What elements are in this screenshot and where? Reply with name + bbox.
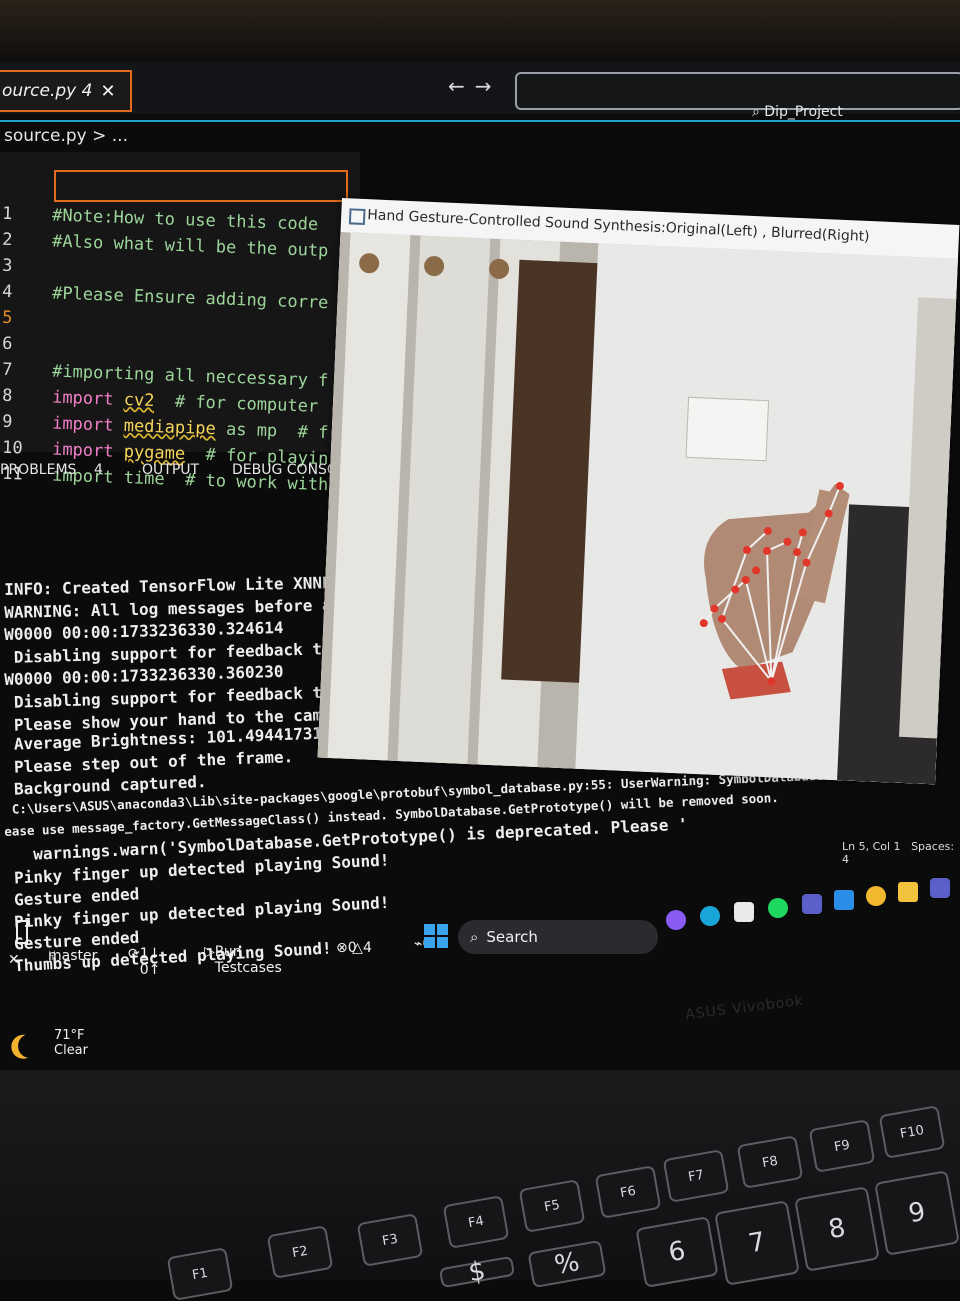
folder-icon[interactable] xyxy=(898,882,918,902)
tab-output[interactable]: OUTPUT xyxy=(142,462,199,478)
line-number: 4 xyxy=(1,281,13,303)
teams-icon[interactable] xyxy=(802,894,822,914)
title-divider xyxy=(0,120,960,122)
cursor-position[interactable]: Ln 5, Col 1 Spaces: 4 xyxy=(842,840,960,866)
taskbar-search[interactable]: ⌕ Search xyxy=(458,920,658,954)
problems-count-badge: 4 xyxy=(94,462,103,478)
back-arrow-icon[interactable]: ← xyxy=(448,74,475,98)
windows-start-icon[interactable] xyxy=(424,924,448,948)
laptop-bezel xyxy=(0,0,960,70)
copilot-icon[interactable] xyxy=(666,910,686,930)
line-number: 6 xyxy=(1,333,13,355)
command-center-search[interactable] xyxy=(515,72,960,110)
camera-window[interactable]: Hand Gesture-Controlled Sound Synthesis:… xyxy=(317,198,960,785)
weather-temp: 71°F xyxy=(54,1028,85,1043)
line-number: 5 xyxy=(1,307,13,329)
tab-problems[interactable]: PROBLEMS xyxy=(0,462,76,478)
line-number: 9 xyxy=(1,411,13,433)
line-number: 2 xyxy=(1,229,13,251)
sync-item[interactable]: ⟳ 1↓ 0↑ xyxy=(128,946,160,978)
laptop-brand: ASUS Vivobook xyxy=(684,992,805,1024)
remote-icon[interactable]: ✕ xyxy=(8,952,20,968)
weather-condition: Clear xyxy=(54,1043,88,1058)
teams-work-icon[interactable] xyxy=(930,878,950,898)
spotify-icon[interactable] xyxy=(768,898,788,918)
key-3[interactable]: 7 xyxy=(714,1200,800,1286)
store-icon[interactable] xyxy=(734,902,754,922)
weather-widget[interactable]: 71°F Clear xyxy=(16,1028,88,1058)
edge-icon[interactable] xyxy=(700,906,720,926)
terminal-line: INFO: Created TensorFlow Lite XNNP xyxy=(4,573,332,599)
command-center-label: ⌕ Dip_Project xyxy=(752,104,843,120)
key-2[interactable]: 6 xyxy=(635,1216,719,1288)
current-line-highlight xyxy=(54,170,348,202)
line-number: 8 xyxy=(1,385,13,407)
chrome-icon[interactable] xyxy=(866,886,886,906)
run-testcases-button[interactable]: ▷ Run Testcases xyxy=(204,944,282,976)
search-icon: ⌕ xyxy=(752,104,760,120)
forward-arrow-icon[interactable]: → xyxy=(475,74,502,98)
line-number: 1 xyxy=(1,203,13,225)
terminal-cursor xyxy=(16,920,28,944)
vscode-icon[interactable] xyxy=(834,890,854,910)
breadcrumb[interactable]: source.py > ... xyxy=(4,126,128,146)
tab-source-py[interactable]: ource.py 4 ✕ xyxy=(0,70,132,112)
problems-status[interactable]: ⊗ 0 △ 4 xyxy=(336,940,372,956)
line-number: 3 xyxy=(1,255,13,277)
key-f1[interactable]: F1 xyxy=(166,1247,234,1301)
line-number: 10 xyxy=(1,437,23,459)
window-app-icon xyxy=(348,208,366,226)
close-icon[interactable]: ✕ xyxy=(100,81,115,102)
search-icon: ⌕ xyxy=(470,928,479,946)
nav-arrows: ←→ xyxy=(448,74,502,98)
camera-feed-image xyxy=(317,231,958,785)
key-5[interactable]: 9 xyxy=(874,1170,960,1256)
key-4[interactable]: 8 xyxy=(794,1186,880,1272)
panel-tabs: PROBLEMS 4 OUTPUT DEBUG CONSOLE xyxy=(0,462,360,488)
camera-feed xyxy=(317,231,958,785)
ports-status[interactable]: ⌁0 xyxy=(414,936,431,952)
tab-label: ource.py 4 xyxy=(2,81,93,101)
line-number: 7 xyxy=(1,359,13,381)
